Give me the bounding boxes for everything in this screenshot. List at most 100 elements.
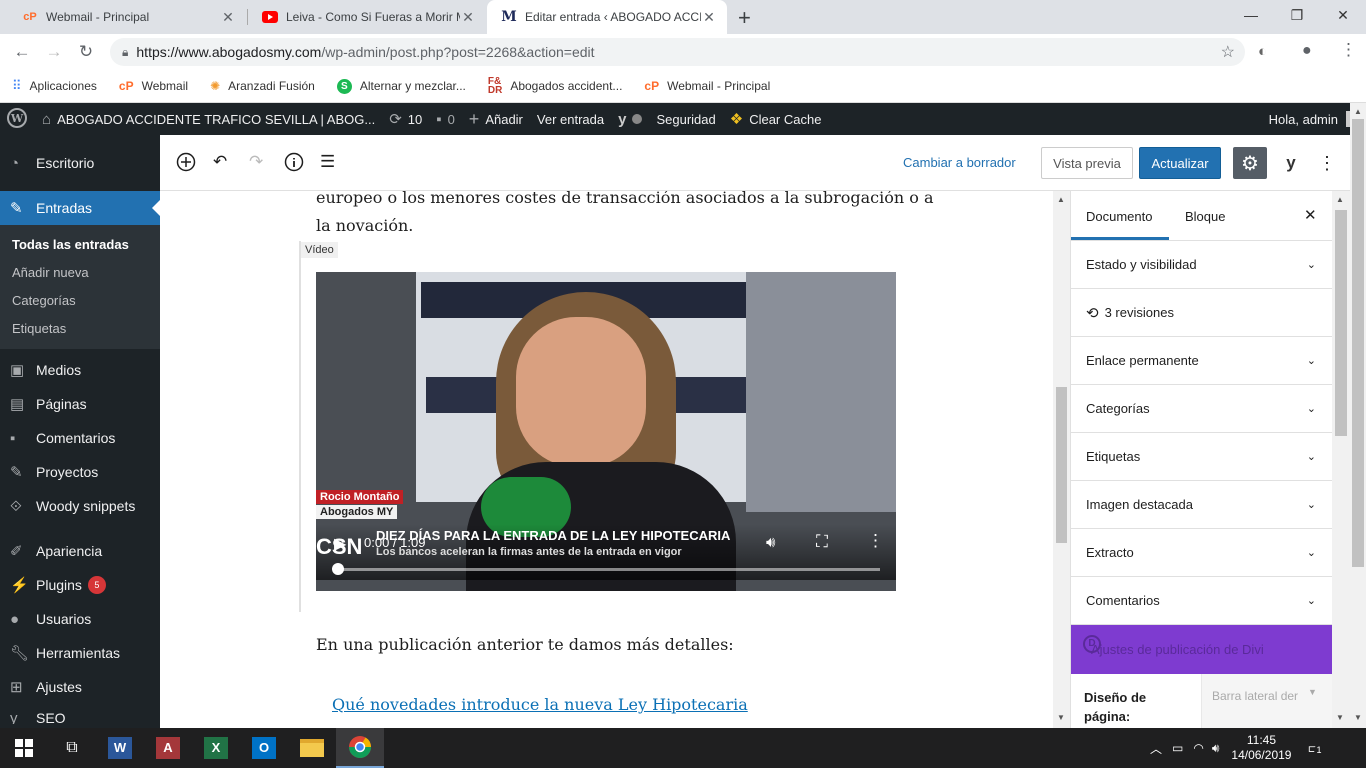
menu-dashboard[interactable]: ◔ Escritorio xyxy=(0,135,160,191)
extension-icon[interactable]: ◐ xyxy=(1258,43,1267,60)
panel-scroll-thumb[interactable] xyxy=(1335,210,1347,436)
star-icon[interactable]: ☆ xyxy=(1221,42,1235,62)
section-categories[interactable]: Categorías ⌄ xyxy=(1071,385,1332,433)
bookmark-alternar[interactable]: S Alternar y mezclar... xyxy=(336,78,466,94)
submenu-categories[interactable]: Categorías xyxy=(0,287,160,315)
settings-gear-icon[interactable]: ⚙︎ xyxy=(1233,147,1267,179)
section-excerpt[interactable]: Extracto ⌄ xyxy=(1071,529,1332,577)
minimize-icon[interactable]: — xyxy=(1228,0,1274,30)
content-scrollbar[interactable]: ▲ ▼ xyxy=(1053,191,1070,728)
chevron-up-icon[interactable]: ︿ xyxy=(1150,740,1162,757)
clock[interactable]: 11:45 14/06/2019 xyxy=(1231,733,1291,763)
undo-icon[interactable]: ↶ xyxy=(213,152,227,172)
outline-icon[interactable]: ☰ xyxy=(320,152,335,172)
close-icon[interactable]: ✕ xyxy=(701,9,717,26)
menu-settings[interactable]: ⊞ Ajustes xyxy=(0,670,160,704)
scroll-down-icon[interactable]: ▼ xyxy=(1336,713,1344,722)
volume-icon[interactable]: 🔊︎ xyxy=(766,534,775,551)
paragraph-block[interactable]: europeo o los menores costes de transacc… xyxy=(316,191,934,240)
more-options-icon[interactable]: ⋮ xyxy=(1314,147,1340,179)
section-tags[interactable]: Etiquetas ⌄ xyxy=(1071,433,1332,481)
forward-arrow-icon[interactable]: → xyxy=(38,42,70,62)
scroll-up-icon[interactable]: ▲ xyxy=(1057,195,1065,204)
battery-icon[interactable]: ▭ xyxy=(1172,741,1183,755)
close-icon[interactable]: ✕ xyxy=(460,9,476,26)
add-block-icon[interactable] xyxy=(176,152,196,177)
video-progress-track[interactable] xyxy=(338,568,880,571)
yoast-icon[interactable]: y xyxy=(1278,147,1304,179)
scroll-down-icon[interactable]: ▼ xyxy=(1354,713,1362,722)
scroll-up-icon[interactable]: ▲ xyxy=(1354,107,1362,116)
menu-tools[interactable]: 🔧︎ Herramientas xyxy=(0,636,160,670)
redo-icon[interactable]: ↷ xyxy=(249,152,263,172)
info-icon[interactable] xyxy=(284,152,304,177)
maximize-icon[interactable]: ❐ xyxy=(1274,0,1320,30)
windows-start-icon[interactable] xyxy=(0,728,48,768)
security-link[interactable]: Seguridad xyxy=(656,112,715,127)
section-status-visibility[interactable]: Estado y visibilidad ⌄ xyxy=(1071,241,1332,289)
internal-link[interactable]: Qué novedades introduce la nueva Ley Hip… xyxy=(332,691,748,719)
chrome-icon[interactable] xyxy=(336,728,384,768)
back-arrow-icon[interactable]: ← xyxy=(6,42,38,62)
paragraph-block[interactable]: En una publicación anterior te damos más… xyxy=(316,631,734,659)
menu-pages[interactable]: ▤ Páginas xyxy=(0,387,160,421)
site-name-link[interactable]: ⌂ ABOGADO ACCIDENTE TRAFICO SEVILLA | ABO… xyxy=(42,111,375,128)
menu-seo[interactable]: y SEO xyxy=(0,704,160,724)
comments-link[interactable]: ▪ 0 xyxy=(436,111,455,128)
notifications-icon[interactable]: ▭1 xyxy=(1307,739,1324,757)
menu-posts[interactable]: ✎ Entradas xyxy=(0,191,160,225)
section-featured-image[interactable]: Imagen destacada ⌄ xyxy=(1071,481,1332,529)
scroll-down-icon[interactable]: ▼ xyxy=(1057,713,1065,722)
menu-woody-snippets[interactable]: ⟐ Woody snippets xyxy=(0,489,160,523)
menu-appearance[interactable]: ✐ Apariencia xyxy=(0,534,160,568)
menu-comments[interactable]: ▪ Comentarios xyxy=(0,421,160,455)
volume-icon[interactable]: 🔊︎ xyxy=(1212,741,1220,756)
close-window-icon[interactable]: ✕ xyxy=(1320,0,1366,30)
submenu-all-posts[interactable]: Todas las entradas xyxy=(0,231,160,259)
menu-kebab-icon[interactable]: ⋮ xyxy=(1340,40,1357,60)
task-view-icon[interactable]: ⧉ xyxy=(48,728,96,768)
switch-to-draft-button[interactable]: Cambiar a borrador xyxy=(903,155,1016,170)
submenu-tags[interactable]: Etiquetas xyxy=(0,315,160,343)
layout-select[interactable]: Barra lateral der ▼ xyxy=(1201,674,1332,728)
section-comments[interactable]: Comentarios ⌄ xyxy=(1071,577,1332,625)
bookmark-webmail[interactable]: cP Webmail xyxy=(119,79,188,93)
video-progress-thumb[interactable] xyxy=(332,563,344,575)
bookmark-apps[interactable]: ⠿ Aplicaciones xyxy=(12,78,97,94)
tab-block[interactable]: Bloque xyxy=(1185,209,1225,224)
yoast-link[interactable]: y xyxy=(618,111,643,128)
word-icon[interactable]: W xyxy=(96,728,144,768)
section-revisions[interactable]: ⟲ 3 revisiones xyxy=(1071,289,1332,337)
add-new-link[interactable]: + Añadir xyxy=(469,109,523,130)
wifi-icon[interactable]: ◠ xyxy=(1193,741,1203,755)
page-scroll-thumb[interactable] xyxy=(1352,119,1364,567)
divi-settings-header[interactable]: D Ajustes de publicación de Divi xyxy=(1071,625,1332,674)
my-account-link[interactable]: Hola, admin xyxy=(1269,111,1362,127)
close-panel-icon[interactable]: ✕ xyxy=(1304,206,1317,224)
view-post-link[interactable]: Ver entrada xyxy=(537,112,604,127)
section-permalink[interactable]: Enlace permanente ⌄ xyxy=(1071,337,1332,385)
file-explorer-icon[interactable] xyxy=(288,728,336,768)
content-scroll-thumb[interactable] xyxy=(1056,387,1067,543)
tab-youtube[interactable]: Leiva - Como Si Fueras a Morir M ✕ xyxy=(248,0,486,34)
address-bar[interactable]: 🔒︎ https://www.abogadosmy.com/wp-admin/p… xyxy=(110,38,1245,66)
wordpress-logo-icon[interactable]: W xyxy=(0,107,34,131)
tab-document[interactable]: Documento xyxy=(1086,209,1152,224)
preview-button[interactable]: Vista previa xyxy=(1041,147,1133,179)
panel-scrollbar[interactable]: ▲ ▼ xyxy=(1332,191,1350,728)
scroll-up-icon[interactable]: ▲ xyxy=(1336,195,1344,204)
close-icon[interactable]: ✕ xyxy=(220,9,236,26)
page-scrollbar[interactable]: ▲ ▼ xyxy=(1350,103,1366,728)
bookmark-abogados[interactable]: F& DR Abogados accident... xyxy=(488,77,623,96)
play-icon[interactable]: ▶ xyxy=(334,534,346,554)
outlook-icon[interactable]: O xyxy=(240,728,288,768)
bookmark-aranzadi[interactable]: ✺ Aranzadi Fusión xyxy=(210,79,315,93)
excel-icon[interactable]: X xyxy=(192,728,240,768)
menu-users[interactable]: ● Usuarios xyxy=(0,602,160,636)
reload-icon[interactable]: ↻ xyxy=(70,42,102,62)
update-button[interactable]: Actualizar xyxy=(1139,147,1221,179)
menu-projects[interactable]: ✎ Proyectos xyxy=(0,455,160,489)
submenu-add-new[interactable]: Añadir nueva xyxy=(0,259,160,287)
video-player[interactable]: Rocio Montaño Abogados MY DIEZ DÍAS PARA… xyxy=(316,272,896,591)
tab-editar-entrada[interactable]: M Editar entrada ‹ ABOGADO ACCIDE ✕ xyxy=(487,0,727,34)
